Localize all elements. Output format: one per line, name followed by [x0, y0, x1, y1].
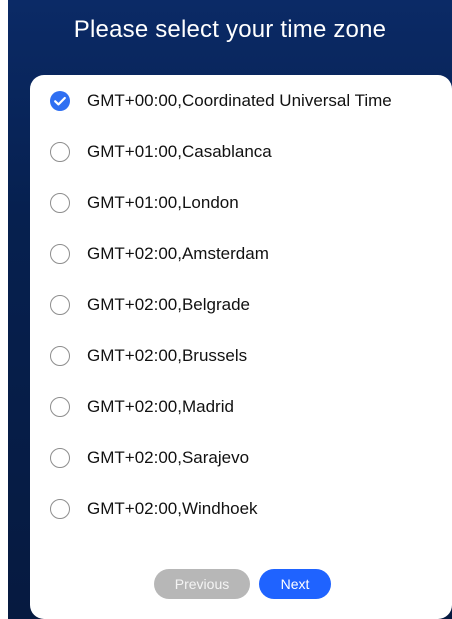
timezone-option[interactable]: GMT+02:00,Sarajevo — [30, 432, 452, 483]
radio-unchecked-icon[interactable] — [50, 243, 70, 264]
timezone-option-label: GMT+02:00,Belgrade — [87, 294, 251, 314]
radio-unchecked-icon[interactable] — [50, 294, 70, 315]
radio-checked-icon[interactable] — [50, 90, 70, 111]
radio-unchecked-icon[interactable] — [50, 345, 70, 366]
previous-button[interactable]: Previous — [154, 569, 250, 599]
page-title: Please select your time zone — [73, 16, 387, 43]
radio-unchecked-icon[interactable] — [50, 192, 70, 213]
timezone-card: GMT+00:00,Coordinated Universal Time GMT… — [30, 75, 452, 619]
next-button[interactable]: Next — [259, 569, 331, 599]
radio-unchecked-icon[interactable] — [50, 396, 70, 417]
timezone-option[interactable]: GMT+00:00,Coordinated Universal Time — [30, 75, 452, 126]
radio-unchecked-icon[interactable] — [50, 447, 70, 468]
timezone-screen: Please select your time zone GMT+00:00,C… — [0, 0, 452, 619]
timezone-option[interactable]: GMT+02:00,Madrid — [30, 381, 452, 432]
timezone-option[interactable]: GMT+02:00,Brussels — [30, 330, 452, 381]
timezone-option[interactable]: GMT+02:00,Belgrade — [30, 279, 452, 330]
timezone-option-label: GMT+02:00,Windhoek — [87, 498, 258, 518]
timezone-option[interactable]: GMT+02:00,Windhoek — [30, 483, 452, 534]
timezone-option[interactable]: GMT+01:00,London — [30, 177, 452, 228]
timezone-option-label: GMT+01:00,Casablanca — [87, 141, 272, 161]
timezone-option-label: GMT+02:00,Amsterdam — [87, 243, 269, 263]
timezone-option-label: GMT+02:00,Sarajevo — [87, 447, 250, 467]
timezone-option-label: GMT+01:00,London — [87, 192, 239, 212]
timezone-option-label: GMT+02:00,Brussels — [87, 345, 248, 365]
timezone-option-label: GMT+00:00,Coordinated Universal Time — [87, 90, 392, 110]
radio-unchecked-icon[interactable] — [50, 498, 70, 519]
timezone-option[interactable]: GMT+02:00,Amsterdam — [30, 228, 452, 279]
radio-unchecked-icon[interactable] — [50, 141, 70, 162]
timezone-option[interactable]: GMT+01:00,Casablanca — [30, 126, 452, 177]
timezone-option-label: GMT+02:00,Madrid — [87, 396, 234, 416]
